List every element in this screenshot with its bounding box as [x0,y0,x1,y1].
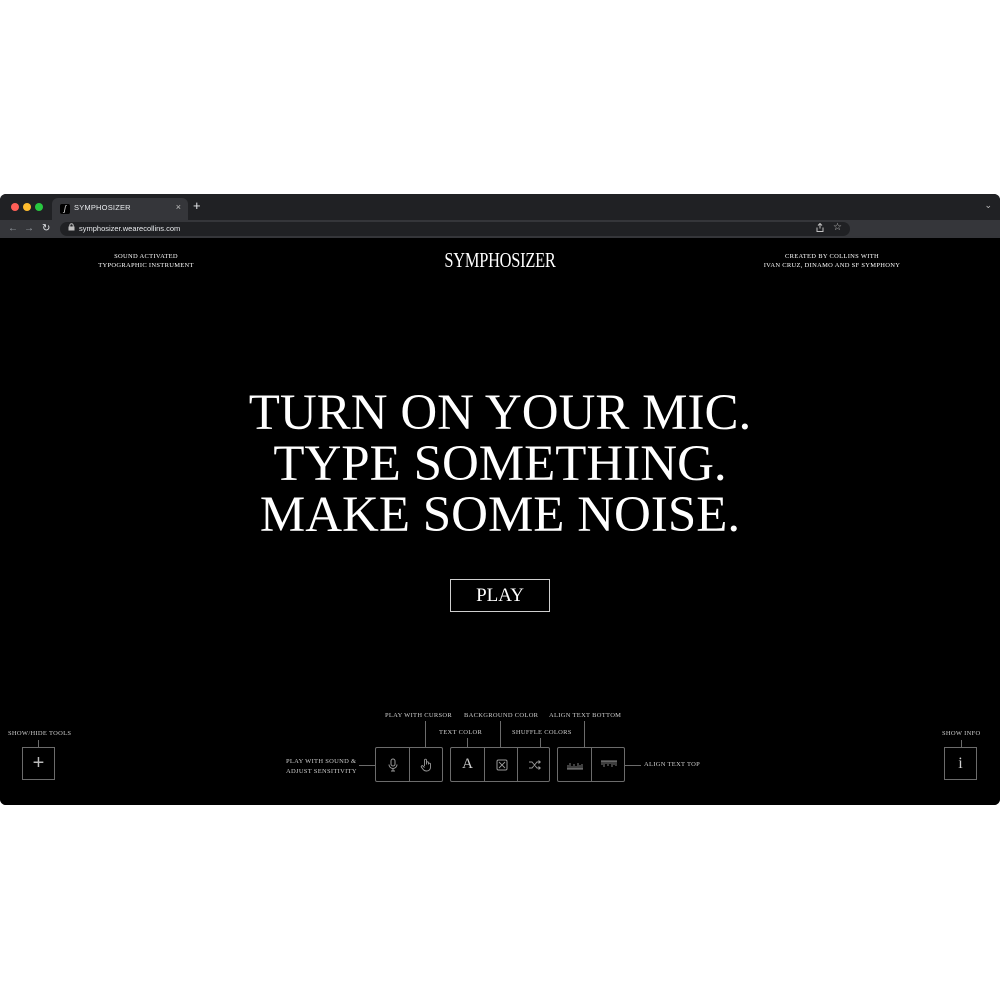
play-with-sound-label: PLAY WITH SOUND & ADJUST SENSITIVITY [286,757,357,777]
connector-line [625,765,641,766]
plus-icon: + [32,752,45,774]
play-with-sound-label-line-2: ADJUST SENSITIVITY [286,768,357,775]
favicon-icon: ʃ [60,204,70,214]
tab-bar: ʃ SYMPHOSIZER × + ⌄ [0,194,1000,220]
show-info-button[interactable]: i [944,747,977,780]
browser-tab[interactable]: ʃ SYMPHOSIZER × [52,198,188,220]
microphone-icon [388,758,397,772]
connector-line [584,721,585,747]
new-tab-button[interactable]: + [193,199,201,213]
play-with-sound-label-line-1: PLAY WITH SOUND & [286,758,357,765]
subtitle: SOUND ACTIVATED TYPOGRAPHIC INSTRUMENT [80,252,212,270]
credits-line-2: IVAN CRUZ, DINAMO AND SF SYMPHONY [763,262,901,269]
browser-toolbar: ← → ↻ symphosizer.wearecollins.com ☆ [0,220,1000,238]
align-text-top-label: ALIGN TEXT TOP [644,761,701,768]
symphosizer-page: SOUND ACTIVATED TYPOGRAPHIC INSTRUMENT S… [0,238,1000,805]
bookmark-star-icon[interactable]: ☆ [833,222,842,233]
align-bottom-icon [566,762,583,770]
site-logo[interactable]: SYMPHOSIZER [422,248,578,273]
headline-line-3: MAKE SOME NOISE. [259,487,741,543]
play-button[interactable]: PLAY [450,579,550,612]
reload-icon[interactable]: ↻ [42,222,50,236]
minimize-window-button[interactable] [23,203,31,211]
address-bar[interactable]: symphosizer.wearecollins.com ☆ [60,222,850,236]
tab-title: SYMPHOSIZER [74,203,131,212]
headline: TURN ON YOUR MIC. TYPE SOMETHING. MAKE S… [100,388,900,541]
credits-line-1: CREATED BY COLLINS WITH [784,253,880,260]
connector-line [961,740,962,747]
letter-a-icon: A [462,756,473,772]
lock-icon[interactable] [68,223,75,233]
close-window-button[interactable] [11,203,19,211]
show-hide-tools-label: SHOW/HIDE TOOLS [8,730,72,737]
play-with-cursor-button[interactable] [409,748,443,781]
text-color-button[interactable]: A [451,748,484,781]
url-text[interactable]: symphosizer.wearecollins.com [79,224,180,233]
connector-line [540,738,541,747]
back-icon[interactable]: ← [8,222,18,236]
background-color-label: BACKGROUND COLOR [464,712,539,719]
credits: CREATED BY COLLINS WITH IVAN CRUZ, DINAM… [752,252,912,270]
shuffle-colors-label: SHUFFLE COLORS [512,729,572,736]
align-top-icon [600,760,617,767]
show-info-label: SHOW INFO [942,730,981,737]
align-tools-group [557,747,625,782]
subtitle-line-1: SOUND ACTIVATED [114,253,178,260]
tab-close-icon[interactable]: × [176,202,181,212]
connector-line [425,721,426,747]
connector-line [359,765,375,766]
shuffle-icon [528,759,541,770]
align-text-bottom-button[interactable] [558,748,591,781]
browser-window: ʃ SYMPHOSIZER × + ⌄ ← → ↻ symphosizer.we… [0,194,1000,805]
background-color-button[interactable] [484,748,518,781]
play-with-cursor-label: PLAY WITH CURSOR [385,712,453,719]
shuffle-colors-button[interactable] [517,748,551,781]
maximize-window-button[interactable] [35,203,43,211]
tab-list-chevron-icon[interactable]: ⌄ [984,200,992,211]
align-text-top-button[interactable] [591,748,625,781]
share-icon[interactable] [816,222,824,234]
subtitle-line-2: TYPOGRAPHIC INSTRUMENT [98,262,194,269]
headline-line-2: TYPE SOMETHING. [273,436,727,492]
background-square-icon [496,759,507,771]
connector-line [467,738,468,747]
input-mode-group [375,747,443,782]
headline-line-1: TURN ON YOUR MIC. [248,385,752,441]
align-text-bottom-label: ALIGN TEXT BOTTOM [549,712,622,719]
show-hide-tools-button[interactable]: + [22,747,55,780]
connector-line [38,740,39,747]
hand-cursor-icon [420,758,431,772]
info-icon: i [958,755,963,772]
connector-line [500,721,501,747]
text-color-label: TEXT COLOR [439,729,483,736]
forward-icon[interactable]: → [24,222,34,236]
play-with-sound-button[interactable] [376,748,409,781]
color-tools-group: A [450,747,550,782]
